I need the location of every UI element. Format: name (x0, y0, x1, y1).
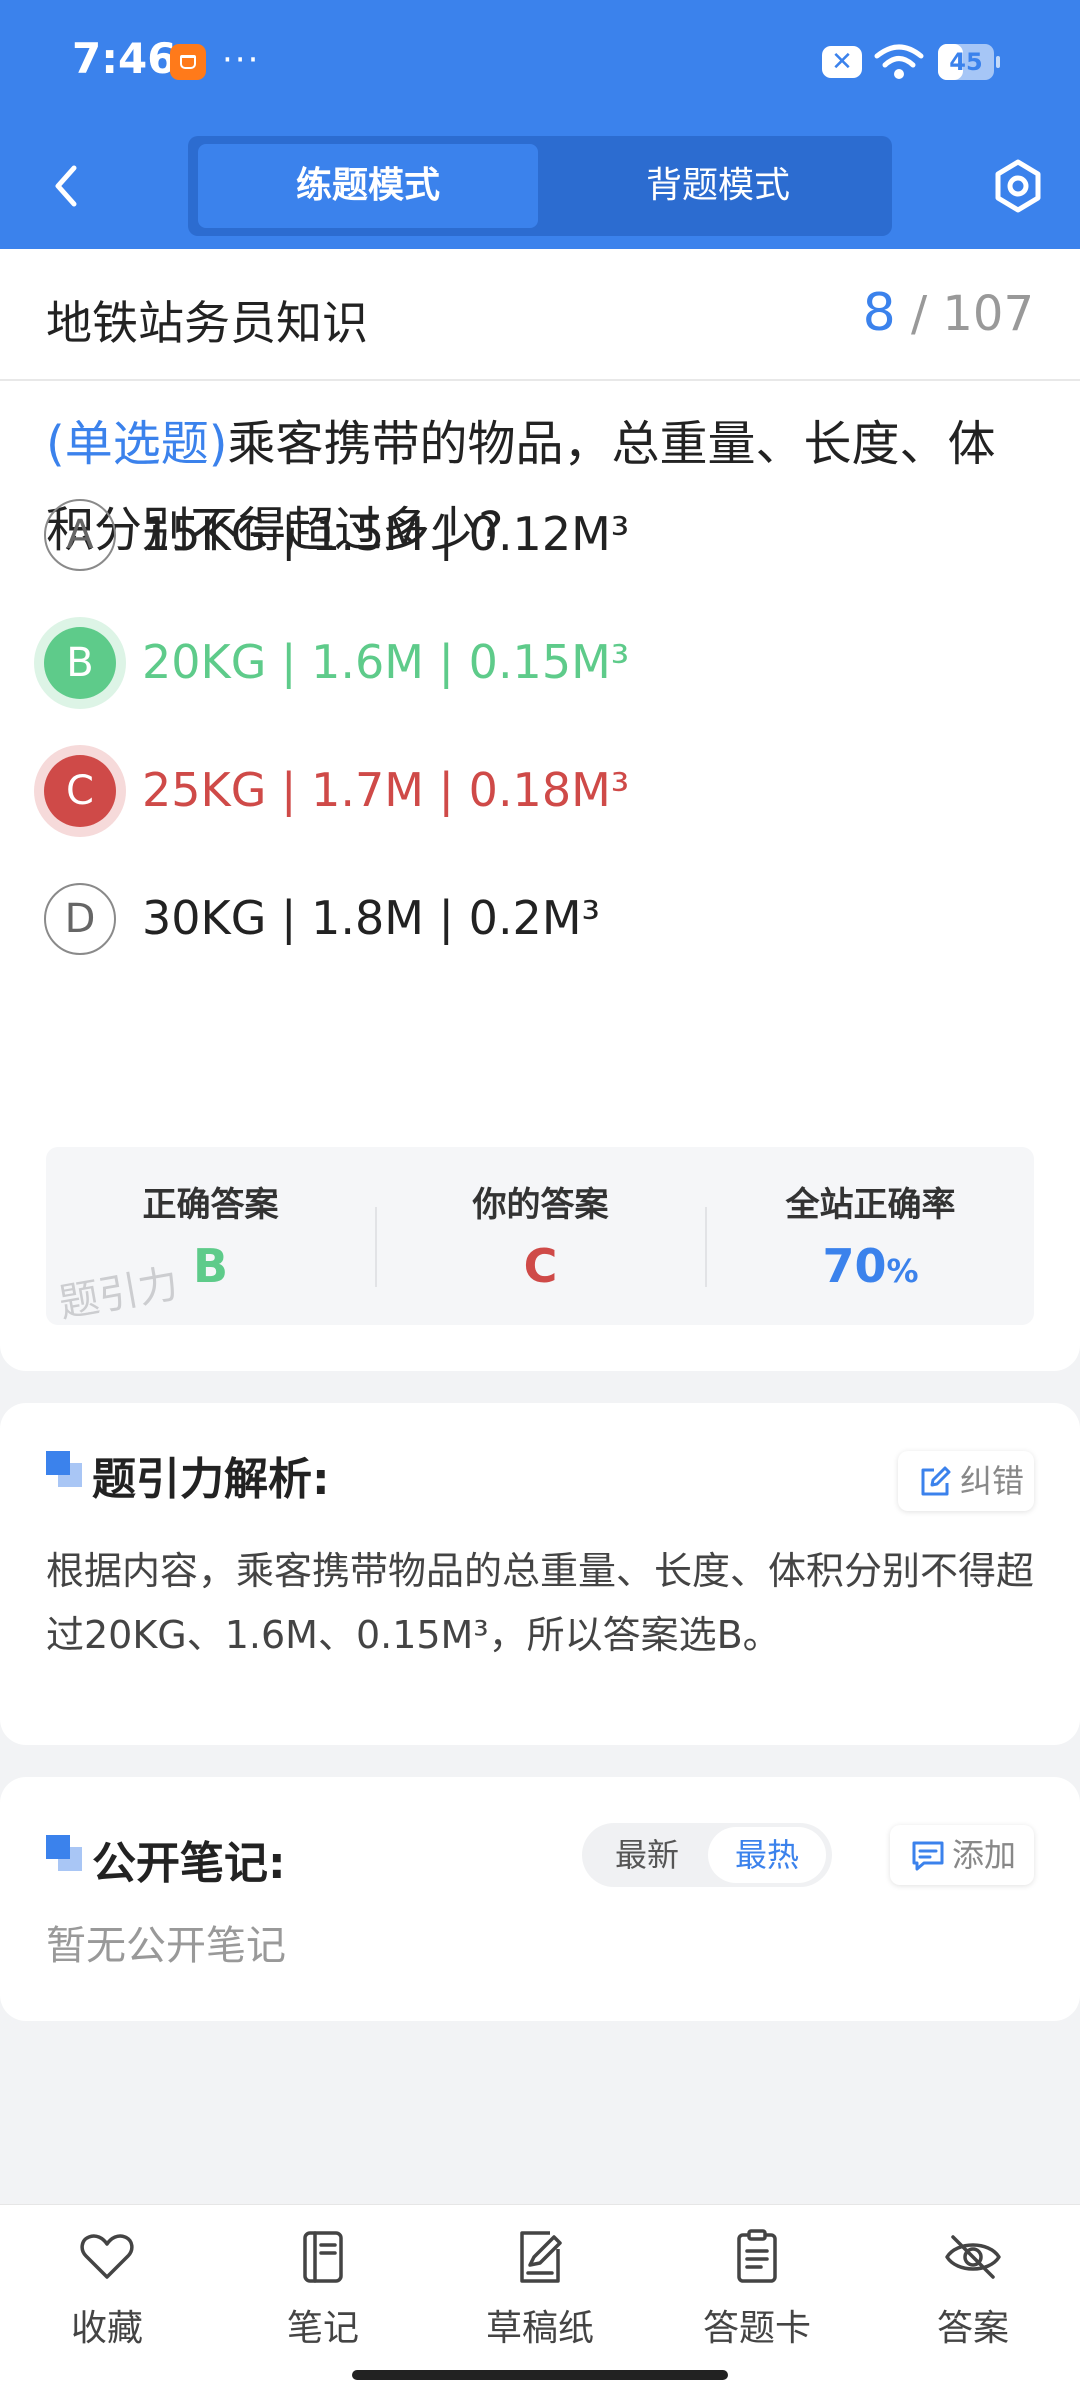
show-answer-label: 答案 (936, 2308, 1009, 2349)
current-question-number: 8 (862, 283, 896, 343)
sort-latest[interactable]: 最新 (588, 1823, 706, 1887)
eye-off-icon (945, 2235, 1001, 2279)
subject-row: 地铁站务员知识 8 / 107 (0, 249, 1080, 381)
more-notifications-icon: ··· (222, 40, 261, 80)
notes-empty-text: 暂无公开笔记 (46, 1923, 286, 1969)
favorite-button[interactable]: 收藏 (32, 2227, 182, 2367)
option-text: 20KG | 1.6M | 0.15M³ (142, 635, 630, 689)
draft-paper-button[interactable]: 草稿纸 (465, 2227, 615, 2367)
add-note-button[interactable]: 添加 (890, 1825, 1034, 1885)
option-letter: A (44, 499, 116, 571)
notes-button[interactable]: 笔记 (248, 2227, 398, 2367)
top-bar: 7:46 ··· ✕ 45 练题模式 背题模式 (0, 0, 1080, 249)
report-error-button[interactable]: 纠错 (898, 1451, 1034, 1511)
option-a[interactable]: A 15KG | 1.5M | 0.12M³ (44, 499, 1034, 575)
public-notes-card: 公开笔记: 最新 最热 添加 暂无公开笔记 (0, 1777, 1080, 2021)
subject-title: 地铁站务员知识 (46, 296, 368, 350)
option-letter: C (44, 755, 116, 827)
question-card: 地铁站务员知识 8 / 107 (单选题)乘客携带的物品，总重量、长度、体积分别… (0, 249, 1080, 1371)
option-text: 25KG | 1.7M | 0.18M³ (142, 763, 630, 817)
notebook-icon (303, 2231, 343, 2283)
answer-summary: 正确答案 B 你的答案 C 全站正确率 70% 题引力 (46, 1147, 1035, 1327)
battery-level: 45 (949, 48, 983, 76)
battery-indicator: 45 (938, 44, 1000, 80)
notes-title: 公开笔记: (92, 1838, 286, 1889)
your-answer-value: C (523, 1239, 558, 1293)
show-answer-button[interactable]: 答案 (898, 2227, 1048, 2367)
draft-paper-label: 草稿纸 (485, 2308, 594, 2349)
site-correct-rate-value: 70% (706, 1239, 1035, 1293)
correct-answer-label: 正确答案 (142, 1185, 279, 1225)
option-b[interactable]: B 20KG | 1.6M | 0.15M³ (44, 627, 1034, 703)
answer-sheet-icon (737, 2229, 777, 2283)
rate-number: 70 (822, 1239, 887, 1293)
comment-add-icon (912, 1841, 944, 1871)
shopping-app-icon (170, 44, 206, 80)
option-d[interactable]: D 30KG | 1.8M | 0.2M³ (44, 883, 1034, 959)
report-error-label: 纠错 (960, 1462, 1025, 1500)
site-correct-rate-label: 全站正确率 (785, 1185, 956, 1225)
status-time: 7:46 (72, 34, 177, 83)
sort-hot[interactable]: 最热 (708, 1827, 826, 1883)
question-progress[interactable]: 8 / 107 (863, 283, 1034, 343)
your-answer-label: 你的答案 (472, 1185, 609, 1225)
analysis-card: 题引力解析: 纠错 根据内容，乘客携带物品的总重量、长度、体积分别不得超过20K… (0, 1403, 1080, 1745)
close-badge-icon: ✕ (822, 46, 862, 78)
tab-practice-mode[interactable]: 练题模式 (198, 144, 538, 228)
back-icon[interactable] (40, 156, 90, 216)
answer-sheet-label: 答题卡 (702, 2308, 811, 2349)
mode-switch: 练题模式 背题模式 (188, 136, 892, 236)
wifi-icon (874, 44, 924, 79)
notes-sort-toggle: 最新 最热 (582, 1823, 832, 1887)
nav-bar: 练题模式 背题模式 (0, 126, 1080, 249)
add-note-label: 添加 (952, 1836, 1017, 1874)
tab-memorize-mode[interactable]: 背题模式 (548, 144, 888, 228)
edit-icon (921, 1466, 951, 1496)
option-c[interactable]: C 25KG | 1.7M | 0.18M³ (44, 755, 1034, 831)
heart-icon (80, 2234, 134, 2279)
rate-unit: % (886, 1252, 919, 1290)
option-text: 30KG | 1.8M | 0.2M³ (142, 891, 600, 945)
settings-icon[interactable] (990, 156, 1046, 216)
draft-paper-icon (520, 2231, 562, 2283)
analysis-title: 题引力解析: (92, 1454, 330, 1505)
home-indicator[interactable] (352, 2370, 728, 2380)
option-letter: D (44, 883, 116, 955)
section-squares-icon (46, 1451, 84, 1489)
question-type: (单选题) (46, 416, 228, 472)
your-answer: 你的答案 C (376, 1147, 705, 1325)
option-letter: B (44, 627, 116, 699)
option-text: 15KG | 1.5M | 0.12M³ (142, 507, 630, 561)
total-questions: / 107 (910, 286, 1034, 342)
analysis-text: 根据内容，乘客携带物品的总重量、长度、体积分别不得超过20KG、1.6M、0.1… (46, 1549, 1035, 1657)
favorite-label: 收藏 (70, 2308, 143, 2349)
site-correct-rate: 全站正确率 70% (706, 1147, 1035, 1325)
notes-label: 笔记 (286, 2308, 359, 2349)
answer-sheet-button[interactable]: 答题卡 (682, 2227, 832, 2367)
section-squares-icon (46, 1835, 84, 1873)
status-bar: 7:46 ··· ✕ 45 (0, 0, 1080, 126)
